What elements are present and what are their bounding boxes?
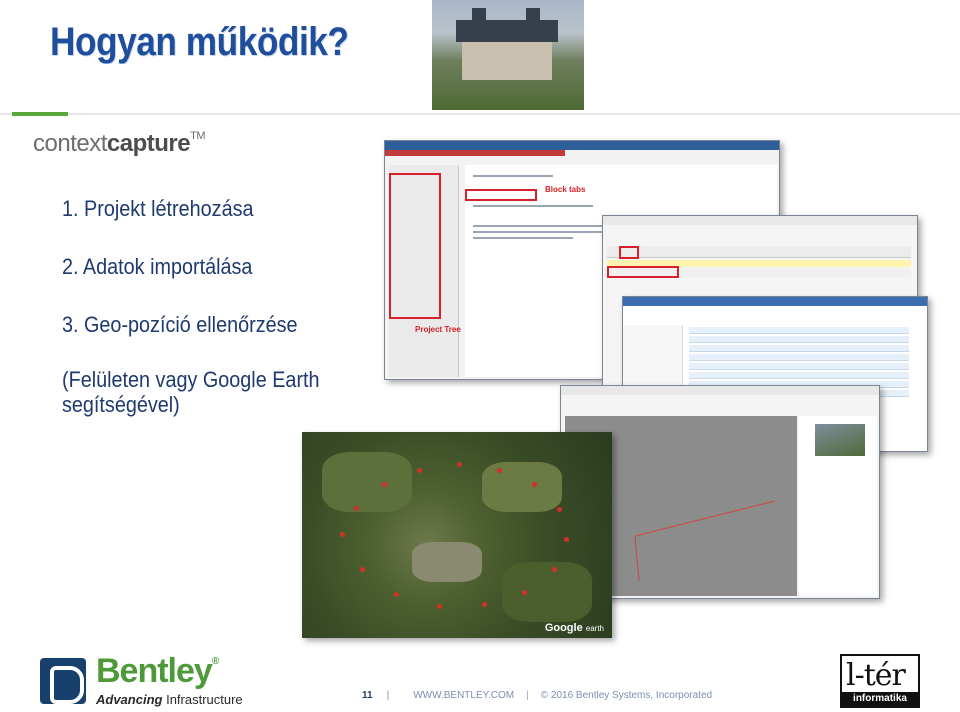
step-item: 3. Geo-pozíció ellenőrzése <box>62 312 298 337</box>
list-item <box>689 345 909 352</box>
photos-tab-highlight <box>619 246 639 259</box>
lter-informatika-logo: l-tér informatika <box>840 654 920 708</box>
google-earth-image: Google earth <box>302 432 612 638</box>
bentley-logo: Bentley® Advancing Infrastructure <box>40 652 280 708</box>
list-item <box>689 354 909 361</box>
block-tabs <box>607 246 911 258</box>
photo-thumbnail <box>815 424 865 456</box>
slide-title: Hogyan működik? <box>50 20 349 64</box>
bentley-b-icon <box>40 658 86 704</box>
footer-site: WWW.BENTLEY.COM <box>413 690 515 701</box>
list-item <box>689 327 909 334</box>
castle-photo <box>432 0 584 110</box>
list-item <box>689 363 909 370</box>
title-divider <box>0 113 960 115</box>
list-item <box>689 372 909 379</box>
contextcapture-logo: contextcaptureTM <box>33 130 205 157</box>
project-tree-highlight <box>389 173 441 319</box>
block-tabs-label: Block tabs <box>545 185 586 194</box>
import-toolbar-highlight <box>607 266 679 278</box>
slide-footer: 11 | WWW.BENTLEY.COM | © 2016 Bentley System… <box>362 690 713 701</box>
page-number: 11 <box>362 690 373 701</box>
project-tree-label: Project Tree <box>415 325 461 334</box>
list-item <box>689 336 909 343</box>
step-note: (Felületen vagy Google Earth segítségéve… <box>62 367 320 417</box>
step-item: 2. Adatok importálása <box>62 254 253 279</box>
footer-copyright: © 2016 Bentley Systems, Incorporated <box>540 690 713 701</box>
step-item: 1. Projekt létrehozása <box>62 196 254 221</box>
google-earth-logo: Google earth <box>544 622 604 634</box>
block-tabs-highlight <box>465 189 537 201</box>
title-divider-accent <box>12 112 68 116</box>
